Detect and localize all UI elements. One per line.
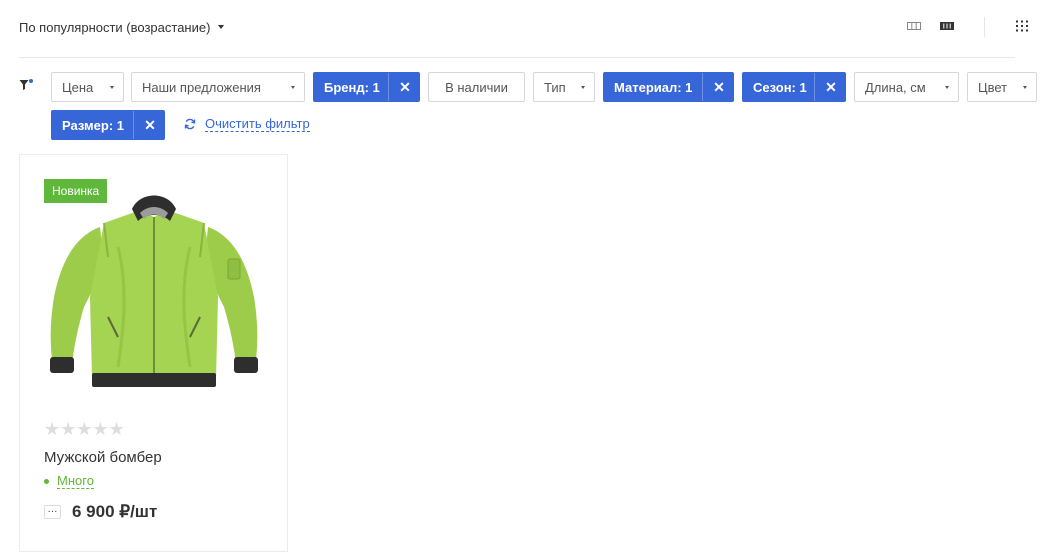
filter-offers-label: Наши предложения bbox=[142, 79, 261, 95]
filter-price[interactable]: Цена bbox=[51, 72, 124, 102]
filter-season-active[interactable]: Сезон: 1 ✕ bbox=[742, 72, 846, 102]
close-icon[interactable]: ✕ bbox=[134, 111, 166, 139]
product-image[interactable] bbox=[48, 187, 260, 387]
filter-offers[interactable]: Наши предложения bbox=[131, 72, 305, 102]
view-grid-3-icon[interactable] bbox=[907, 20, 921, 32]
more-options-button[interactable]: ··· bbox=[44, 505, 61, 519]
filter-length-label: Длина, см bbox=[865, 79, 926, 95]
filter-price-label: Цена bbox=[62, 79, 94, 95]
chevron-down-icon bbox=[218, 25, 225, 29]
filter-material-active[interactable]: Материал: 1 ✕ bbox=[603, 72, 734, 102]
filter-size-label: Размер: 1 bbox=[62, 117, 124, 133]
stock-dot-icon bbox=[44, 479, 49, 484]
filter-in-stock-label: В наличии bbox=[445, 79, 508, 95]
filter-type-label: Тип bbox=[544, 79, 566, 95]
clear-filter-label: Очистить фильтр bbox=[205, 115, 310, 132]
stock-status: Много bbox=[44, 474, 94, 489]
view-dots-icon[interactable] bbox=[1015, 20, 1029, 32]
filter-size-active[interactable]: Размер: 1 ✕ bbox=[51, 110, 165, 140]
sort-label: По популярности (возрастание) bbox=[19, 19, 211, 35]
filter-brand-label: Бренд: 1 bbox=[324, 79, 380, 95]
view-grid-4-icon[interactable] bbox=[940, 20, 954, 32]
chevron-down-icon bbox=[291, 86, 295, 89]
refresh-icon bbox=[184, 118, 196, 130]
sort-dropdown[interactable]: По популярности (возрастание) bbox=[19, 17, 225, 37]
filter-season-label: Сезон: 1 bbox=[753, 79, 807, 95]
header-divider bbox=[19, 57, 1015, 58]
price-row: ··· 6 900 ₽/шт bbox=[44, 502, 157, 522]
filter-brand-active[interactable]: Бренд: 1 ✕ bbox=[313, 72, 420, 102]
chevron-down-icon bbox=[581, 86, 585, 89]
product-price: 6 900 ₽/шт bbox=[72, 502, 158, 521]
filter-type[interactable]: Тип bbox=[533, 72, 595, 102]
close-icon[interactable]: ✕ bbox=[389, 73, 421, 101]
filter-in-stock[interactable]: В наличии bbox=[428, 72, 525, 102]
new-badge: Новинка bbox=[44, 179, 108, 203]
chevron-down-icon bbox=[1023, 86, 1027, 89]
close-icon[interactable]: ✕ bbox=[815, 73, 847, 101]
filter-color-label: Цвет bbox=[978, 79, 1008, 95]
chevron-down-icon bbox=[945, 86, 949, 89]
rating-stars: ★★★★★ bbox=[44, 419, 125, 439]
filter-icon bbox=[19, 79, 33, 90]
filter-material-label: Материал: 1 bbox=[614, 79, 693, 95]
close-icon[interactable]: ✕ bbox=[703, 73, 735, 101]
stock-label[interactable]: Много bbox=[57, 474, 94, 489]
filter-color[interactable]: Цвет bbox=[967, 72, 1037, 102]
product-title[interactable]: Мужской бомбер bbox=[44, 449, 162, 466]
filter-length[interactable]: Длина, см bbox=[854, 72, 959, 102]
divider bbox=[984, 17, 985, 37]
product-card[interactable]: Новинка ★★★★★ Мужской бомбер Много ··· 6… bbox=[19, 154, 288, 552]
clear-filter-link[interactable]: Очистить фильтр bbox=[184, 116, 310, 132]
chevron-down-icon bbox=[110, 86, 114, 89]
